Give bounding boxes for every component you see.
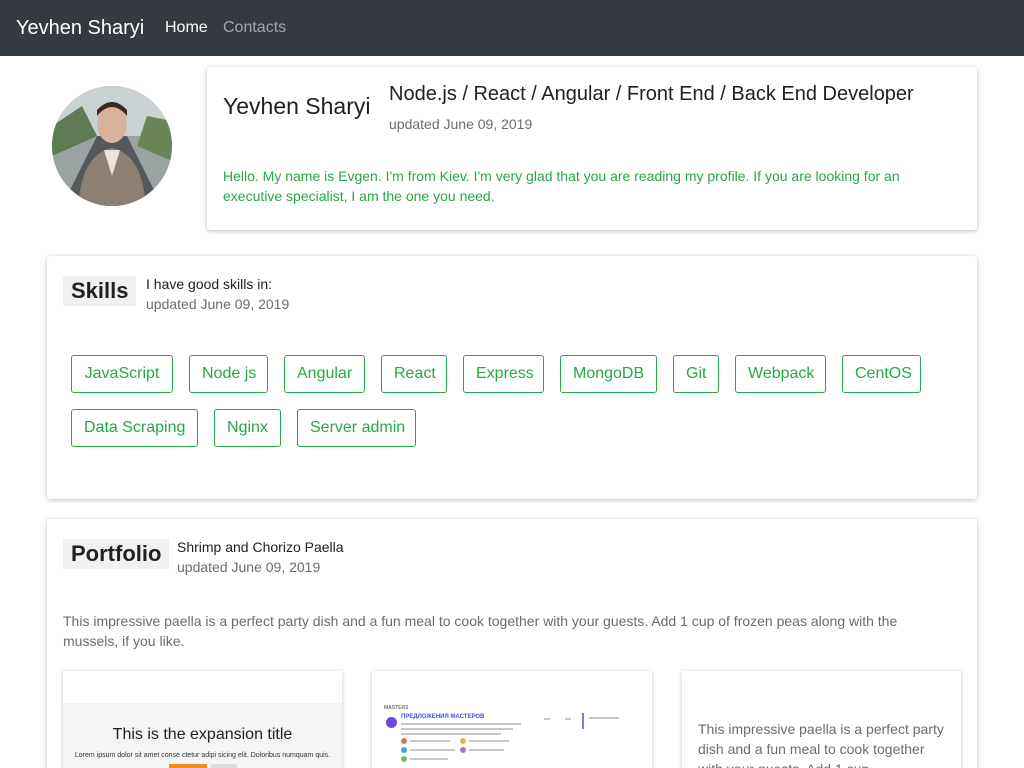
skill-tag[interactable]: Nginx: [214, 409, 281, 447]
avatar: [52, 86, 172, 206]
mini-text-line: [401, 733, 501, 735]
mini-text-line: [469, 749, 504, 751]
mini-divider: [582, 713, 584, 729]
skills-updated-date: updated June 09, 2019: [146, 296, 290, 312]
profile-bio: Hello. My name is Evgen. I'm from Kiev. …: [223, 168, 900, 204]
skill-tag[interactable]: Git: [673, 355, 719, 393]
portfolio-item-title: This is the expansion title: [112, 726, 293, 743]
skills-subtitle: I have good skills in:: [146, 276, 273, 292]
portfolio-item-expansion[interactable]: This is the expansion title Lorem ipsum …: [63, 671, 342, 768]
mini-logo: MASTERS: [384, 705, 409, 711]
skill-tag[interactable]: Server admin: [297, 409, 416, 447]
profile-name: Yevhen Sharyi: [223, 93, 371, 119]
mini-avatar-icon: [401, 738, 407, 744]
skill-tag[interactable]: CentOS: [842, 355, 921, 393]
skills-heading: Skills: [63, 276, 137, 306]
mini-avatar-icon: [401, 756, 407, 762]
skill-tag[interactable]: Data Scraping: [71, 409, 198, 447]
profile-updated-date: updated June 09, 2019: [389, 116, 533, 132]
skill-tag[interactable]: Angular: [284, 355, 365, 393]
profile-card: Yevhen Sharyi Node.js / React / Angular …: [207, 67, 977, 230]
skill-tag[interactable]: Node js: [189, 355, 268, 393]
nav-link-contacts[interactable]: Contacts: [223, 16, 286, 40]
mini-text-line: [410, 749, 455, 751]
mini-avatar-icon: [401, 747, 407, 753]
portfolio-subtitle: Shrimp and Chorizo Paella: [177, 539, 344, 555]
mini-text-line: [410, 740, 450, 742]
portfolio-heading: Portfolio: [63, 539, 170, 569]
skills-card: Skills I have good skills in: updated Ju…: [47, 256, 977, 499]
skill-tag[interactable]: Webpack: [735, 355, 826, 393]
portfolio-item-masters[interactable]: MASTERS ПРЕДЛОЖЕНИЯ МАСТЕРОВ: [372, 671, 652, 768]
portfolio-item-lorem: Lorem ipsum dolor sit amet conse ctetur …: [74, 752, 331, 759]
skill-tag[interactable]: React: [381, 355, 447, 393]
mini-brand-icon: [386, 717, 397, 728]
mini-avatar-icon: [460, 747, 466, 753]
portfolio-updated-date: updated June 09, 2019: [177, 559, 321, 575]
skill-tag[interactable]: MongoDB: [560, 355, 657, 393]
mini-avatar-icon: [460, 738, 466, 744]
mini-text-line: [401, 728, 513, 730]
mini-section-title: ПРЕДЛОЖЕНИЯ МАСТЕРОВ: [401, 714, 485, 720]
mini-text-line: [469, 740, 509, 742]
mini-text-line: [401, 723, 521, 725]
nav-link-home[interactable]: Home: [165, 16, 208, 40]
skill-tag[interactable]: Express: [463, 355, 544, 393]
mini-stat: [544, 718, 550, 720]
mini-text-line: [589, 717, 619, 719]
profile-title: Node.js / React / Angular / Front End / …: [389, 83, 914, 105]
mini-text-line: [410, 758, 448, 760]
grey-button-shape: [211, 764, 237, 768]
portfolio-card: Portfolio Shrimp and Chorizo Paella upda…: [47, 519, 977, 768]
mini-stat: [565, 718, 571, 720]
portfolio-item-text[interactable]: This impressive paella is a perfect part…: [682, 671, 961, 768]
skill-tag[interactable]: JavaScript: [71, 355, 173, 393]
top-navbar: Yevhen Sharyi Home Contacts: [0, 0, 1024, 56]
brand-link[interactable]: Yevhen Sharyi: [16, 14, 144, 42]
portfolio-description: This impressive paella is a perfect part…: [63, 613, 898, 649]
portfolio-item-text-body: This impressive paella is a perfect part…: [698, 721, 944, 768]
orange-button-shape: [169, 764, 207, 768]
